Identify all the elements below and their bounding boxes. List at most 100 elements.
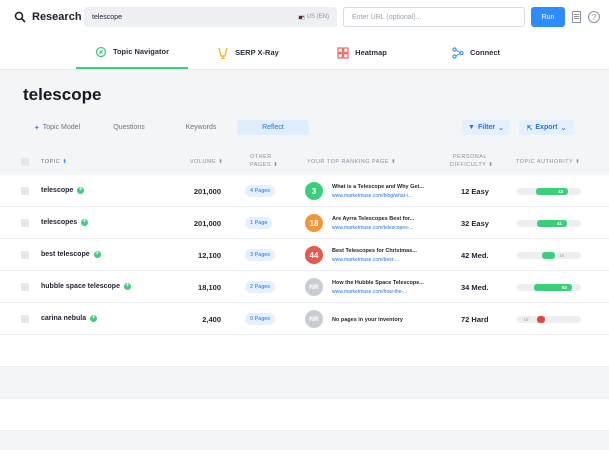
- search-input[interactable]: telescope US (EN): [84, 7, 337, 27]
- tab-connect[interactable]: Connect: [438, 36, 514, 69]
- difficulty-cell: 12 Easy: [461, 187, 489, 196]
- volume-cell: 12,100: [198, 251, 221, 260]
- col-authority[interactable]: TOPIC AUTHORITY ⬍: [516, 159, 580, 165]
- rank-badge: 44: [305, 246, 323, 264]
- connect-icon: [452, 46, 464, 59]
- ranking-page-title[interactable]: Are Ayrra Telescopes Best for...: [332, 216, 414, 222]
- table-row[interactable]: best telescope +12,100 3 Pages 44 Best Teles…: [0, 239, 609, 271]
- tab-heatmap[interactable]: Heatmap: [322, 36, 402, 69]
- topic-cell[interactable]: telescope +: [41, 187, 85, 194]
- filter-button[interactable]: ▼ Filter ⌄: [462, 120, 510, 135]
- no-pages-text: No pages in your inventory: [332, 317, 403, 323]
- sub-tabs: ✦ Topic Model Questions Keywords Reflect: [21, 120, 309, 135]
- topic-cell[interactable]: hubble space telescope +: [41, 283, 131, 290]
- volume-cell: 201,000: [193, 219, 221, 228]
- col-other-pages[interactable]: PAGES ⬍: [250, 162, 278, 168]
- ranking-page-url[interactable]: www.marketmuse.com/how-the-...: [332, 289, 407, 295]
- other-pages-badge[interactable]: 2 Pages: [245, 281, 276, 293]
- add-icon[interactable]: +: [81, 219, 89, 226]
- authority-fill: [537, 316, 545, 323]
- brand-label: Research: [32, 11, 82, 23]
- subtab-topic-model[interactable]: ✦ Topic Model: [21, 120, 93, 135]
- topic-cell[interactable]: best telescope +: [41, 251, 101, 258]
- ranking-page-title[interactable]: Best Telescopes for Christmas...: [332, 248, 417, 254]
- other-pages-badge[interactable]: 0 Pages: [245, 313, 276, 325]
- table-row[interactable]: hubble space telescope +18,100 2 Pages NR Ho…: [0, 271, 609, 303]
- tab-label: SERP X-Ray: [235, 48, 279, 57]
- empty-row: [0, 335, 609, 367]
- topic-authority-bar: 18: [517, 252, 581, 259]
- authority-value: 52: [562, 285, 568, 290]
- col-difficulty[interactable]: DIFFICULTY ⬍: [450, 162, 493, 168]
- add-icon[interactable]: +: [77, 187, 85, 194]
- difficulty-cell: 32 Easy: [461, 219, 489, 228]
- language-selector[interactable]: US (EN): [297, 14, 329, 20]
- rank-badge: 3: [305, 182, 323, 200]
- difficulty-cell: 34 Med.: [461, 283, 489, 292]
- authority-fill: [542, 252, 555, 259]
- add-icon[interactable]: +: [123, 283, 131, 290]
- add-icon[interactable]: +: [93, 251, 101, 258]
- chevron-down-icon: ⌄: [560, 124, 567, 132]
- ranking-page-title[interactable]: How the Hubble Space Telescope...: [332, 280, 424, 286]
- other-pages-badge[interactable]: 4 Pages: [245, 185, 276, 197]
- brand[interactable]: Research: [14, 11, 82, 23]
- col-difficulty-line1[interactable]: PERSONAL: [453, 154, 487, 160]
- topic-name: hubble space telescope: [41, 283, 120, 290]
- help-icon[interactable]: ?: [588, 11, 600, 23]
- add-icon[interactable]: +: [90, 315, 98, 322]
- ranking-page-title[interactable]: What is a Telescope and Why Get...: [332, 184, 424, 190]
- rank-badge: NR: [305, 310, 323, 328]
- tab-topic-navigator[interactable]: Topic Navigator: [76, 36, 188, 69]
- other-pages-badge[interactable]: 1 Page: [245, 217, 273, 229]
- row-checkbox[interactable]: [21, 251, 29, 259]
- table-header: TOPIC ⬍ VOLUME ⬍ OTHER PAGES ⬍ YOUR TOP …: [0, 148, 609, 176]
- us-flag-icon: [297, 14, 305, 20]
- tab-serp-xray[interactable]: SERP X-Ray: [204, 36, 292, 69]
- subtab-reflect[interactable]: Reflect: [237, 120, 309, 135]
- document-icon[interactable]: [572, 11, 581, 23]
- ranking-page-url[interactable]: www.marketmuse.com/blog/what-i...: [332, 193, 412, 199]
- authority-value: 18: [559, 253, 565, 258]
- ranking-page-url[interactable]: www.marketmuse.com/best-...: [332, 257, 399, 263]
- table-row[interactable]: telescopes +201,000 1 Page 18 Are Ayrra Tele…: [0, 207, 609, 239]
- rank-badge: 18: [305, 214, 323, 232]
- topic-authority-bar: -18: [517, 316, 581, 323]
- empty-row: [0, 399, 609, 431]
- col-topic[interactable]: TOPIC ⬍: [41, 159, 67, 165]
- topic-name: telescopes: [41, 219, 78, 226]
- ranking-page-url[interactable]: www.marketmuse.com/telescopes-...: [332, 225, 413, 231]
- topic-name: best telescope: [41, 251, 90, 258]
- topic-cell[interactable]: carina nebula +: [41, 315, 98, 322]
- subtab-questions[interactable]: Questions: [93, 120, 165, 135]
- topic-authority-bar: 41: [517, 220, 581, 227]
- xray-icon: [218, 47, 228, 59]
- col-volume[interactable]: VOLUME ⬍: [190, 159, 223, 165]
- col-ranking[interactable]: YOUR TOP RANKING PAGE ⬍: [307, 159, 396, 165]
- export-label: Export: [535, 124, 558, 131]
- table-row[interactable]: carina nebula +2,400 0 Pages NR No pages in …: [0, 303, 609, 335]
- language-label: US (EN): [306, 14, 329, 20]
- chevron-down-icon: ⌄: [498, 124, 504, 132]
- run-button[interactable]: Run: [531, 7, 565, 27]
- col-other-pages-line1[interactable]: OTHER: [250, 154, 272, 160]
- export-button[interactable]: ⇱ Export ⌄: [519, 120, 574, 135]
- subtab-keywords[interactable]: Keywords: [165, 120, 237, 135]
- volume-cell: 201,000: [193, 187, 221, 196]
- export-icon: ⇱: [526, 124, 533, 132]
- row-checkbox[interactable]: [21, 315, 29, 323]
- row-checkbox[interactable]: [21, 219, 29, 227]
- url-input[interactable]: Enter URL (optional)...: [343, 7, 525, 27]
- search-icon: [14, 11, 26, 23]
- topic-name: carina nebula: [41, 315, 87, 322]
- other-pages-badge[interactable]: 3 Pages: [245, 249, 276, 261]
- row-checkbox[interactable]: [21, 283, 29, 291]
- difficulty-cell: 72 Hard: [461, 315, 489, 324]
- topic-cell[interactable]: telescopes +: [41, 219, 89, 226]
- table-row[interactable]: telescope + 201,000 4 Pages 3 What is a Teles…: [0, 175, 609, 207]
- tab-label: Heatmap: [355, 48, 387, 57]
- topic-authority-bar: 52: [517, 284, 581, 291]
- row-checkbox[interactable]: [21, 187, 29, 195]
- select-all-checkbox[interactable]: [21, 158, 29, 166]
- tab-label: Connect: [470, 48, 500, 57]
